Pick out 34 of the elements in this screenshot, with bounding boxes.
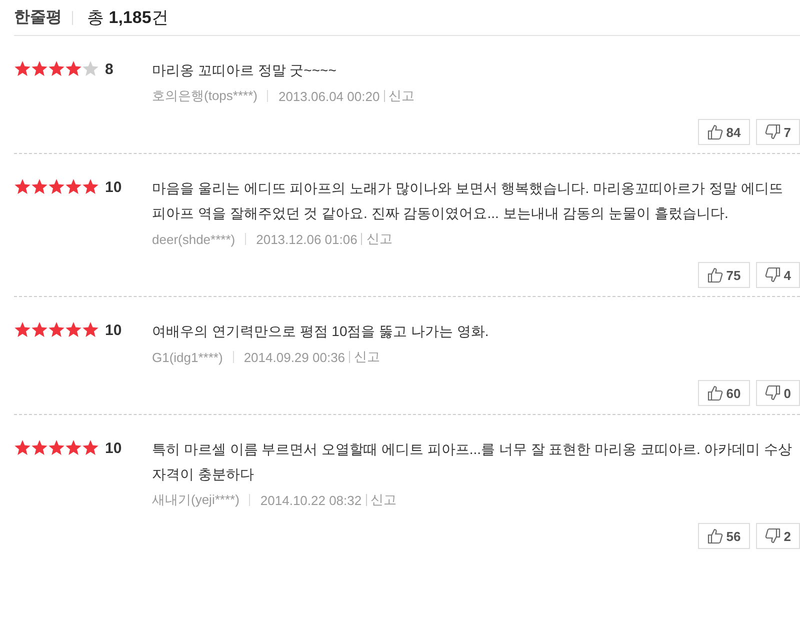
review-author: 새내기(yeji****) [152, 491, 240, 509]
review-date: 2014.09.29 00:36 [244, 350, 346, 364]
thumbs-down-icon [764, 267, 781, 283]
dislike-button[interactable]: 2 [756, 523, 800, 549]
review-date: 2014.10.22 08:32 [260, 492, 362, 508]
total-count: 총 1,185건 [87, 7, 168, 29]
like-button[interactable]: 56 [698, 523, 750, 549]
thumbs-down-icon [764, 124, 781, 140]
review-date: 2013.06.04 00:20 [278, 88, 380, 104]
thumbs-up-icon [707, 124, 724, 140]
rating-score: 10 [105, 179, 122, 196]
review-date: 2013.12.06 01:06 [256, 232, 358, 246]
like-button[interactable]: 60 [698, 380, 750, 406]
dislike-button[interactable]: 7 [756, 119, 800, 145]
thumbs-up-icon [707, 528, 724, 544]
review-author: deer(shde****) [152, 232, 236, 246]
thumbs-down-icon [764, 385, 781, 401]
like-button[interactable]: 75 [698, 262, 750, 288]
thumbs-down-icon [764, 528, 781, 544]
thumbs-up-icon [707, 385, 724, 401]
rating-score: 8 [105, 61, 114, 78]
like-button[interactable]: 84 [698, 119, 750, 145]
review-text: 여배우의 연기력만으로 평점 10점을 뚫고 나가는 영화. [152, 322, 490, 341]
thumbs-up-icon [707, 267, 724, 283]
rating-score: 10 [105, 322, 122, 339]
review-text: 특히 마르셀 이름 부르면서 오열할때 에디트 피아프...를 너무 잘 표현한 마리옹 코띠아르. 아카데미 수상 자격이 충분하다 [152, 440, 794, 484]
review-text: 마음을 울리는 에디뜨 피아프의 노래가 많이나와 보면서 행복했습니다. 마리옹꼬띠아르가 정말 에디뜨 피아프 역을 잘해주었던 것 같아요. 진짜 감동이였어요... 보는내내 감동의 눈물이 흘렀습니다. [152, 179, 784, 223]
review-text: 마리옹 꼬띠아르 정말 굿~~~~ [152, 61, 338, 80]
rating-score: 10 [105, 440, 122, 457]
review-author: G1(idg1****) [152, 350, 223, 364]
dislike-button[interactable]: 0 [756, 380, 800, 406]
dislike-button[interactable]: 4 [756, 262, 800, 288]
review-author: 호의은행(tops****) [152, 87, 258, 105]
section-title: 한줄평 [14, 8, 62, 28]
